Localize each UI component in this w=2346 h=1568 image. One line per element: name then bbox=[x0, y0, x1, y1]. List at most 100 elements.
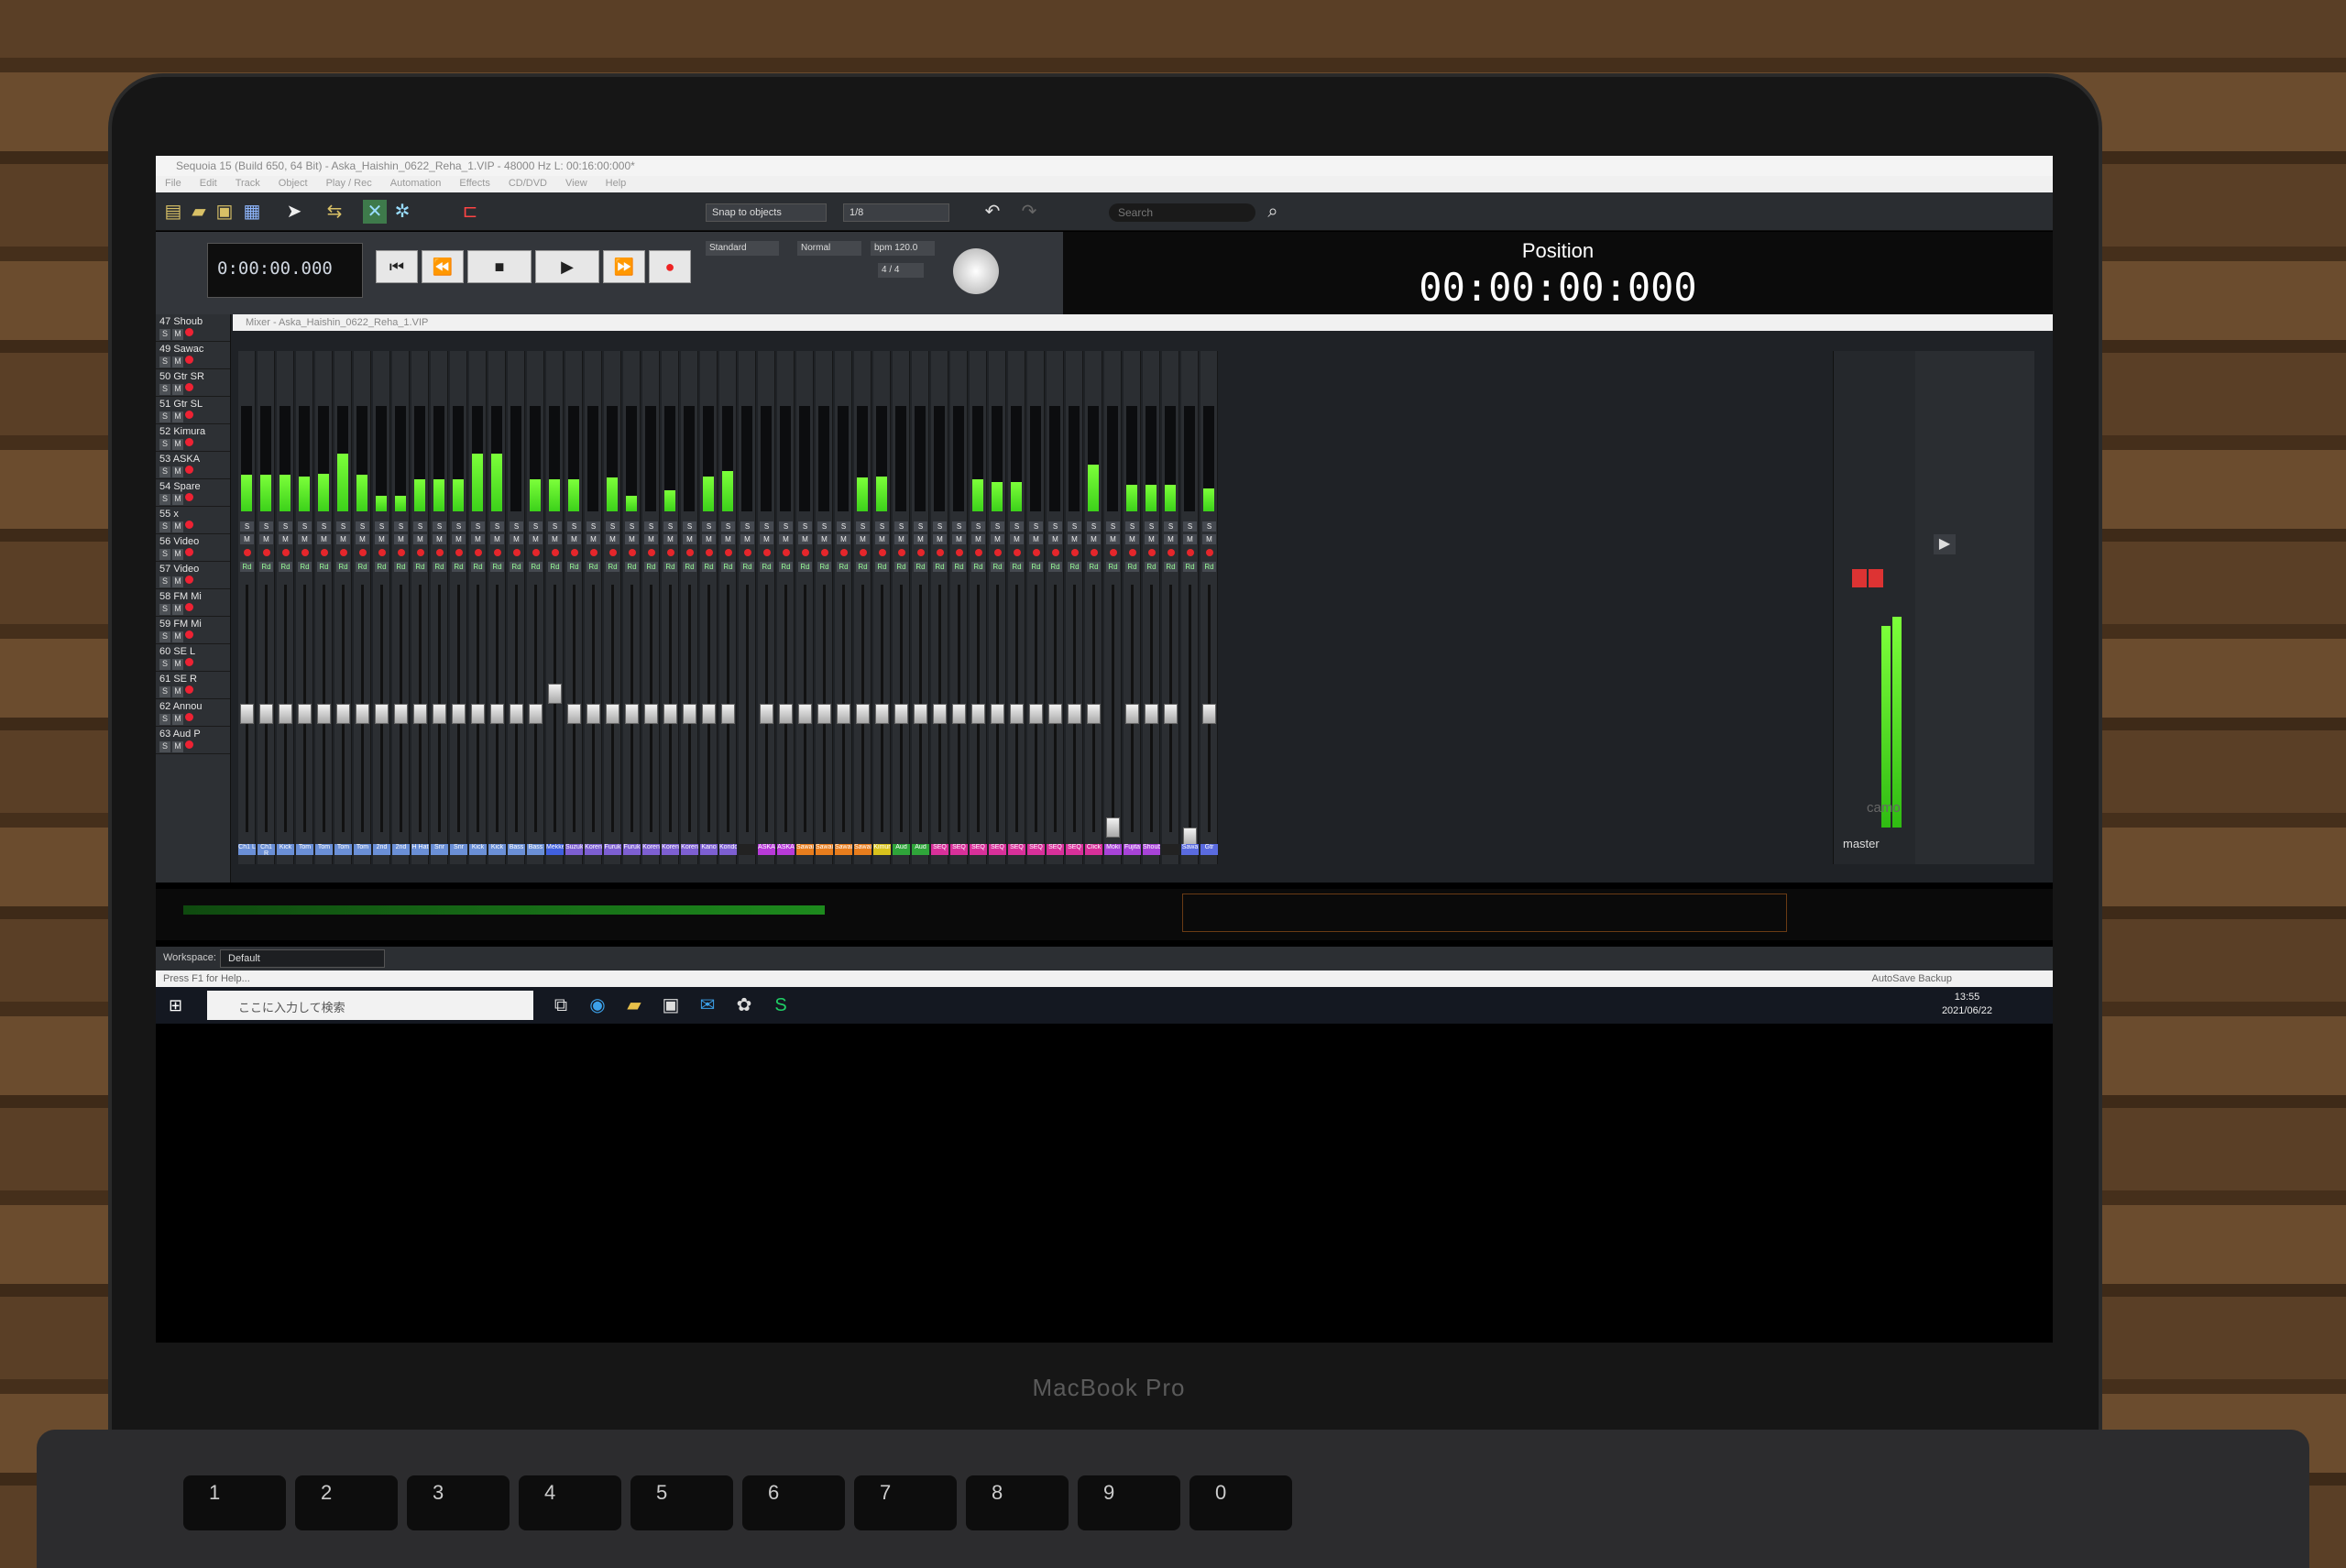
record-arm-button[interactable] bbox=[436, 549, 444, 556]
mute-button[interactable]: M bbox=[1010, 534, 1024, 544]
read-automation-button[interactable]: Rd bbox=[952, 562, 966, 572]
channel-fader[interactable] bbox=[779, 704, 793, 724]
record-arm-button[interactable] bbox=[1091, 549, 1098, 556]
solo-button[interactable]: S bbox=[914, 521, 927, 532]
channel-fader[interactable] bbox=[894, 704, 908, 724]
record-button[interactable]: ● bbox=[649, 250, 691, 283]
mute-button[interactable]: M bbox=[779, 534, 793, 544]
read-automation-button[interactable]: Rd bbox=[760, 562, 773, 572]
solo-button[interactable]: S bbox=[894, 521, 908, 532]
record-arm-button[interactable] bbox=[609, 549, 617, 556]
mute-button[interactable]: M bbox=[172, 714, 183, 725]
channel-fader[interactable] bbox=[683, 704, 696, 724]
mute-button[interactable]: M bbox=[172, 521, 183, 532]
solo-button[interactable]: S bbox=[586, 521, 600, 532]
solo-button[interactable]: S bbox=[644, 521, 658, 532]
mute-button[interactable]: M bbox=[817, 534, 831, 544]
channel-fader[interactable] bbox=[279, 704, 292, 724]
rewind-button[interactable]: ⏪ bbox=[422, 250, 464, 283]
menu-item[interactable]: Automation bbox=[381, 176, 451, 191]
read-automation-button[interactable]: Rd bbox=[644, 562, 658, 572]
read-automation-button[interactable]: Rd bbox=[971, 562, 985, 572]
record-arm-button[interactable] bbox=[1129, 549, 1136, 556]
solo-button[interactable]: S bbox=[721, 521, 735, 532]
channel-fader[interactable] bbox=[471, 704, 485, 724]
app-icon[interactable]: ✿ bbox=[733, 994, 755, 1016]
windows-start-icon[interactable]: ⊞ bbox=[169, 996, 187, 1014]
mute-button[interactable]: M bbox=[683, 534, 696, 544]
record-arm-button[interactable] bbox=[378, 549, 386, 556]
channel-fader[interactable] bbox=[356, 704, 369, 724]
record-arm-button[interactable] bbox=[763, 549, 771, 556]
mute-button[interactable]: M bbox=[875, 534, 889, 544]
solo-button[interactable]: S bbox=[159, 576, 170, 587]
mute-button[interactable]: M bbox=[1048, 534, 1062, 544]
taskbar-search-input[interactable]: ここに入力して検索 bbox=[207, 991, 533, 1020]
channel-fader[interactable] bbox=[760, 704, 773, 724]
channel-fader[interactable] bbox=[1010, 704, 1024, 724]
channel-fader[interactable] bbox=[298, 704, 312, 724]
solo-button[interactable]: S bbox=[259, 521, 273, 532]
record-arm-button[interactable] bbox=[340, 549, 347, 556]
record-arm-button[interactable] bbox=[552, 549, 559, 556]
solo-button[interactable]: S bbox=[159, 466, 170, 477]
mute-button[interactable]: M bbox=[172, 686, 183, 697]
menu-item[interactable]: Play / Rec bbox=[317, 176, 381, 191]
mute-button[interactable]: M bbox=[856, 534, 870, 544]
solo-button[interactable]: S bbox=[159, 741, 170, 752]
record-arm-button[interactable] bbox=[1110, 549, 1117, 556]
read-automation-button[interactable]: Rd bbox=[317, 562, 331, 572]
solo-button[interactable]: S bbox=[452, 521, 466, 532]
record-arm-button[interactable] bbox=[455, 549, 463, 556]
track-header[interactable]: 60 SE LSM bbox=[156, 644, 230, 672]
track-header[interactable]: 55 xSM bbox=[156, 507, 230, 534]
channel-fader[interactable] bbox=[817, 704, 831, 724]
record-arm-button[interactable] bbox=[590, 549, 597, 556]
mute-button[interactable]: M bbox=[413, 534, 427, 544]
read-automation-button[interactable]: Rd bbox=[1010, 562, 1024, 572]
mute-button[interactable]: M bbox=[433, 534, 446, 544]
sequoia-app-icon[interactable]: S bbox=[770, 994, 792, 1016]
record-arm-button[interactable] bbox=[185, 466, 193, 474]
read-automation-button[interactable]: Rd bbox=[875, 562, 889, 572]
record-arm-button[interactable] bbox=[244, 549, 251, 556]
solo-button[interactable]: S bbox=[933, 521, 947, 532]
read-automation-button[interactable]: Rd bbox=[1164, 562, 1178, 572]
record-arm-button[interactable] bbox=[667, 549, 674, 556]
solo-button[interactable]: S bbox=[159, 631, 170, 642]
read-automation-button[interactable]: Rd bbox=[683, 562, 696, 572]
mute-button[interactable]: M bbox=[1145, 534, 1158, 544]
channel-fader[interactable] bbox=[1106, 817, 1120, 838]
channel-fader[interactable] bbox=[510, 704, 523, 724]
mute-button[interactable]: M bbox=[644, 534, 658, 544]
read-automation-button[interactable]: Rd bbox=[702, 562, 716, 572]
solo-button[interactable]: S bbox=[875, 521, 889, 532]
record-arm-button[interactable] bbox=[185, 630, 193, 639]
solo-button[interactable]: S bbox=[394, 521, 408, 532]
read-automation-button[interactable]: Rd bbox=[336, 562, 350, 572]
record-arm-button[interactable] bbox=[975, 549, 982, 556]
channel-fader[interactable] bbox=[644, 704, 658, 724]
mute-button[interactable]: M bbox=[336, 534, 350, 544]
edge-browser-icon[interactable]: ◉ bbox=[586, 994, 608, 1016]
channel-fader[interactable] bbox=[259, 704, 273, 724]
channel-fader[interactable] bbox=[933, 704, 947, 724]
channel-fader[interactable] bbox=[586, 704, 600, 724]
solo-button[interactable]: S bbox=[683, 521, 696, 532]
channel-fader[interactable] bbox=[702, 704, 716, 724]
channel-fader[interactable] bbox=[490, 704, 504, 724]
record-arm-button[interactable] bbox=[185, 356, 193, 364]
track-header[interactable]: 53 ASKA S M bbox=[156, 452, 230, 479]
record-arm-button[interactable] bbox=[1014, 549, 1021, 556]
record-arm-button[interactable] bbox=[840, 549, 848, 556]
read-automation-button[interactable]: Rd bbox=[798, 562, 812, 572]
channel-fader[interactable] bbox=[567, 704, 581, 724]
record-arm-button[interactable] bbox=[744, 549, 751, 556]
record-arm-button[interactable] bbox=[185, 713, 193, 721]
jog-wheel[interactable] bbox=[953, 248, 999, 294]
record-arm-button[interactable] bbox=[1148, 549, 1156, 556]
new-file-icon[interactable]: ▤ bbox=[161, 200, 185, 224]
record-arm-button[interactable] bbox=[359, 549, 367, 556]
mute-button[interactable]: M bbox=[1087, 534, 1101, 544]
record-arm-button[interactable] bbox=[783, 549, 790, 556]
